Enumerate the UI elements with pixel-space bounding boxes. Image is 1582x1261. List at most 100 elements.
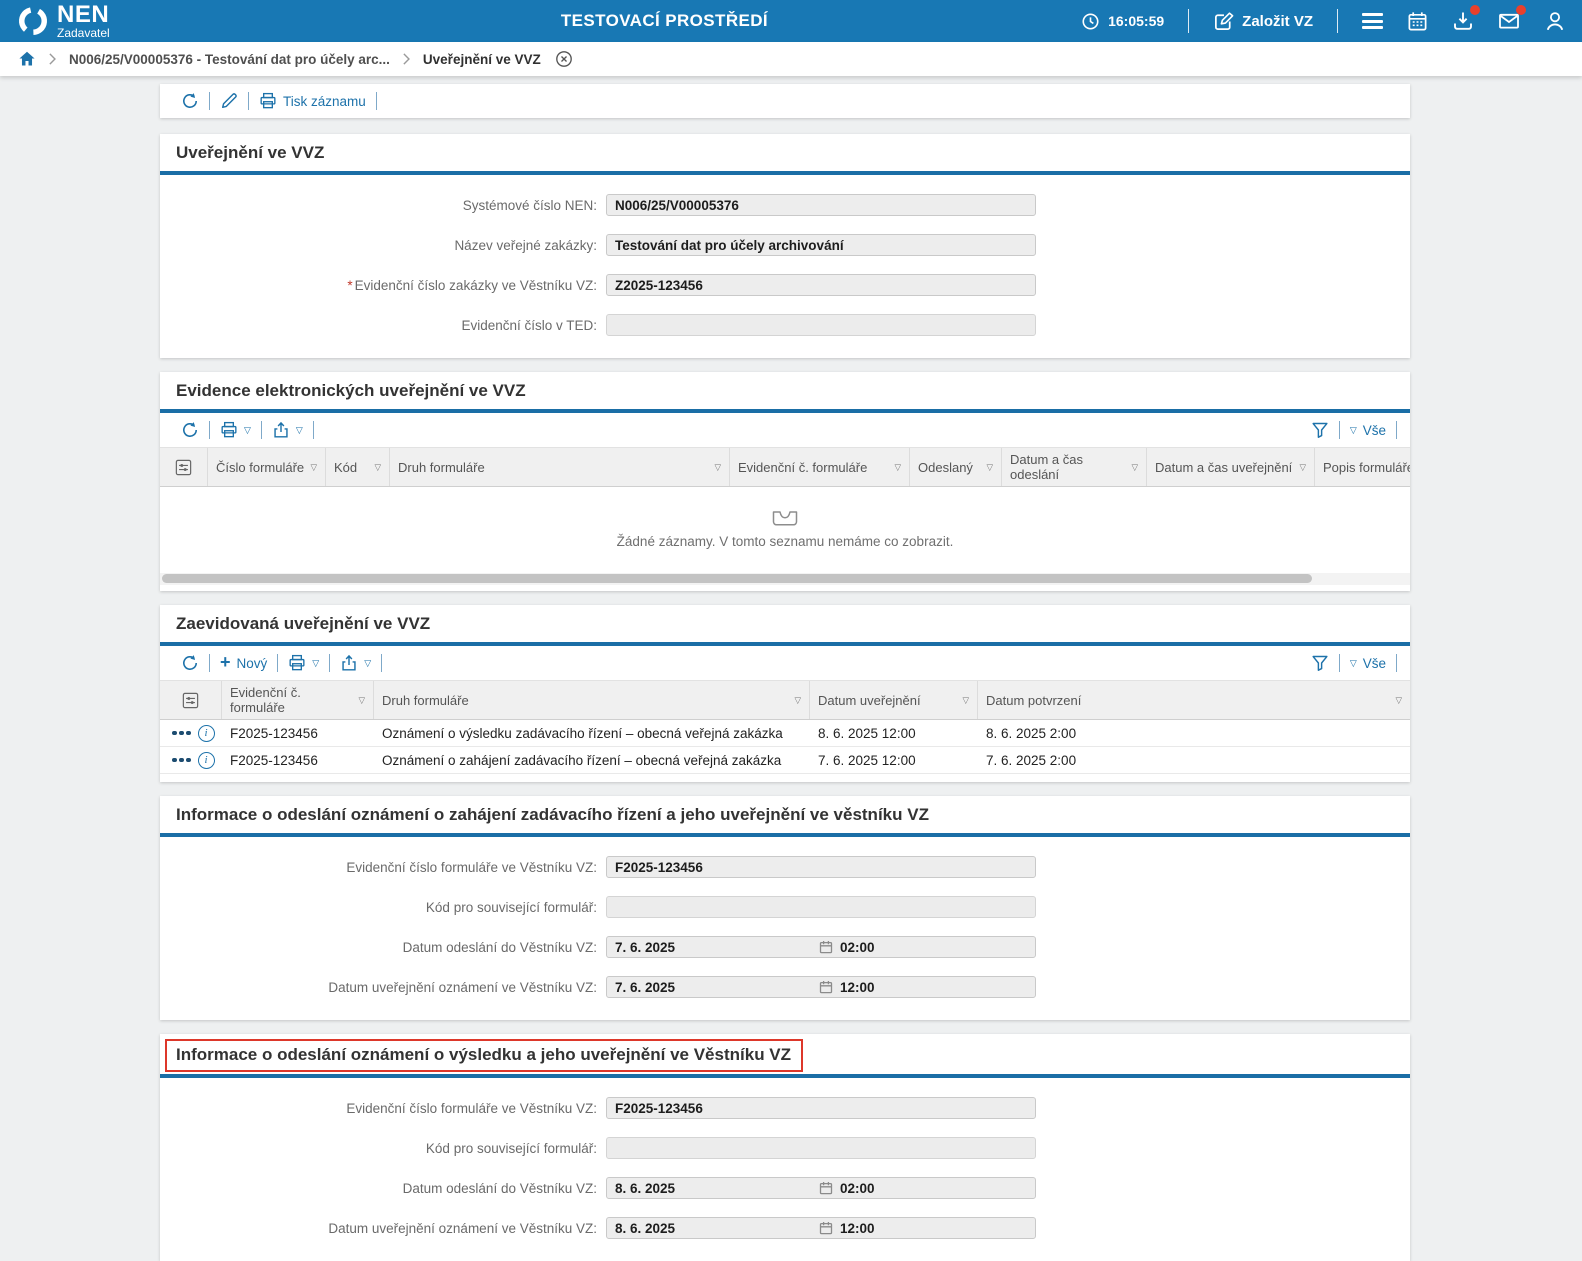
column-header[interactable]: Evidenční č. formuláře ▽ bbox=[222, 681, 374, 719]
column-header[interactable]: Druh formuláře ▽ bbox=[374, 681, 810, 719]
print-list-button[interactable]: ▽ bbox=[211, 421, 260, 439]
evidence-table-header: Číslo formuláře ▽ Kód ▽ Druh formuláře ▽ Ev… bbox=[160, 447, 1410, 487]
downloads-button[interactable] bbox=[1452, 5, 1480, 32]
table-row[interactable]: i F2025-123456 Oznámení o výsledku zadáv… bbox=[160, 720, 1410, 747]
field-value: F2025-123456 bbox=[615, 859, 703, 875]
export-list-button[interactable]: ▽ bbox=[331, 654, 380, 672]
export-list-button[interactable]: ▽ bbox=[263, 421, 312, 439]
column-settings-button[interactable] bbox=[160, 681, 222, 719]
filter-dropdown-icon[interactable]: ▽ bbox=[986, 463, 993, 472]
form-number-field[interactable]: F2025-123456 bbox=[606, 1097, 1036, 1119]
dropdown-icon: ▽ bbox=[244, 424, 251, 435]
filter-dropdown-icon[interactable]: ▽ bbox=[794, 696, 801, 705]
topbar-divider bbox=[1337, 9, 1338, 33]
field-label: Datum odeslání do Věstníku VZ: bbox=[402, 1180, 597, 1196]
empty-list-text: Žádné záznamy. V tomto seznamu nemáme co… bbox=[616, 533, 954, 549]
registered-toolbar: + Nový ▽ ▽ ▽ Vše bbox=[160, 646, 1410, 680]
field-label: Datum uveřejnění oznámení ve Věstníku VZ… bbox=[328, 1220, 597, 1236]
chevron-right-icon bbox=[402, 52, 411, 66]
row-actions-button[interactable] bbox=[172, 757, 191, 763]
breadcrumb-item-procurement[interactable]: N006/25/V00005376 - Testování dat pro úč… bbox=[69, 52, 390, 67]
filter-button[interactable] bbox=[1302, 421, 1338, 439]
filter-dropdown-icon[interactable]: ▽ bbox=[962, 696, 969, 705]
sent-date-field[interactable]: 7. 6. 2025 02:00 bbox=[606, 936, 1036, 958]
record-toolbar: Tisk záznamu bbox=[160, 84, 1410, 118]
field-label: Systémové číslo NEN: bbox=[462, 197, 597, 213]
close-icon bbox=[555, 50, 573, 68]
published-date-field[interactable]: 8. 6. 2025 12:00 bbox=[606, 1217, 1036, 1239]
ted-number-field[interactable] bbox=[606, 314, 1036, 336]
field-label: Název veřejné zakázky: bbox=[454, 237, 597, 253]
row-info-button[interactable]: i bbox=[197, 724, 215, 742]
messages-button[interactable] bbox=[1498, 5, 1526, 32]
column-header[interactable]: Evidenční č. formuláře ▽ bbox=[730, 448, 910, 486]
horizontal-scrollbar-track[interactable] bbox=[160, 573, 1410, 585]
column-header[interactable]: Číslo formuláře ▽ bbox=[208, 448, 326, 486]
section-title: Zaevidovaná uveřejnění ve VVZ bbox=[176, 614, 431, 633]
time-value: 12:00 bbox=[840, 979, 875, 995]
nen-swirl-icon bbox=[18, 6, 48, 36]
published-date-field[interactable]: 7. 6. 2025 12:00 bbox=[606, 976, 1036, 998]
column-header[interactable]: Druh formuláře ▽ bbox=[390, 448, 730, 486]
breadcrumb-current: Uveřejnění ve VVZ bbox=[422, 51, 541, 67]
form-number-field[interactable]: F2025-123456 bbox=[606, 856, 1036, 878]
form-row: Název veřejné zakázky: Testování dat pro… bbox=[160, 234, 1410, 256]
filter-dropdown-icon[interactable]: ▽ bbox=[894, 463, 901, 472]
filter-dropdown-icon[interactable]: ▽ bbox=[358, 696, 365, 705]
column-header[interactable]: Popis formuláře bbox=[1315, 448, 1410, 486]
filter-dropdown-icon[interactable]: ▽ bbox=[1299, 463, 1306, 472]
print-list-button[interactable]: ▽ bbox=[279, 654, 328, 672]
print-record-button[interactable]: Tisk záznamu bbox=[250, 92, 375, 110]
field-label: Kód pro související formulář: bbox=[425, 1140, 597, 1156]
filter-dropdown-icon[interactable]: ▽ bbox=[310, 463, 317, 472]
table-row[interactable]: i F2025-123456 Oznámení o zahájení zadáv… bbox=[160, 747, 1410, 774]
close-tab-button[interactable] bbox=[555, 50, 573, 68]
horizontal-scrollbar-thumb[interactable] bbox=[162, 574, 1312, 583]
menu-button[interactable] bbox=[1362, 13, 1383, 29]
system-number-field[interactable]: N006/25/V00005376 bbox=[606, 194, 1036, 216]
related-form-code-field[interactable] bbox=[606, 896, 1036, 918]
column-header[interactable]: Odeslaný ▽ bbox=[910, 448, 1002, 486]
refresh-button[interactable] bbox=[172, 92, 208, 110]
column-header[interactable]: Datum a čas uveřejnění ▽ bbox=[1147, 448, 1315, 486]
new-record-button[interactable]: + Nový bbox=[211, 653, 276, 671]
filter-button[interactable] bbox=[1302, 654, 1338, 672]
section-publication: Uveřejnění ve VVZ Systémové číslo NEN: N… bbox=[160, 134, 1410, 358]
refresh-button[interactable] bbox=[172, 421, 208, 439]
sent-date-field[interactable]: 8. 6. 2025 02:00 bbox=[606, 1177, 1036, 1199]
dropdown-icon: ▽ bbox=[1349, 424, 1357, 435]
form-row: Kód pro související formulář: bbox=[160, 1137, 1410, 1159]
view-all-button[interactable]: ▽ Vše bbox=[1341, 423, 1395, 438]
nen-logo[interactable]: NEN Zadavatel bbox=[18, 3, 110, 39]
view-all-button[interactable]: ▽ Vše bbox=[1341, 656, 1395, 671]
filter-dropdown-icon[interactable]: ▽ bbox=[714, 463, 721, 472]
filter-dropdown-icon[interactable]: ▽ bbox=[1131, 463, 1138, 472]
filter-dropdown-icon[interactable]: ▽ bbox=[1395, 696, 1402, 705]
row-actions-button[interactable] bbox=[172, 730, 191, 736]
row-info-button[interactable]: i bbox=[197, 751, 215, 769]
downloads-notification-badge bbox=[1470, 5, 1480, 15]
cell-form-number: F2025-123456 bbox=[230, 725, 318, 741]
column-header[interactable]: Datum potvrzení ▽ bbox=[978, 681, 1410, 719]
user-button[interactable] bbox=[1544, 10, 1566, 32]
home-button[interactable] bbox=[18, 50, 36, 68]
new-record-label: Nový bbox=[236, 655, 268, 671]
funnel-icon bbox=[1311, 654, 1329, 672]
calendar-button[interactable] bbox=[1407, 11, 1428, 32]
column-header[interactable]: Kód ▽ bbox=[326, 448, 390, 486]
session-time: 16:05:59 bbox=[1108, 13, 1165, 29]
dropdown-icon: ▽ bbox=[364, 657, 372, 668]
refresh-button[interactable] bbox=[172, 654, 208, 672]
contract-name-field[interactable]: Testování dat pro účely archivování bbox=[606, 234, 1036, 256]
column-header[interactable]: Datum a čas odeslání ▽ bbox=[1002, 448, 1147, 486]
edit-record-button[interactable] bbox=[211, 92, 247, 110]
related-form-code-field[interactable] bbox=[606, 1137, 1036, 1159]
brand-subtitle: Zadavatel bbox=[57, 26, 110, 40]
vvz-number-field[interactable]: Z2025-123456 bbox=[606, 274, 1036, 296]
create-vz-button[interactable]: Založit VZ bbox=[1213, 11, 1313, 32]
printer-icon bbox=[259, 92, 277, 110]
toolbar-divider bbox=[381, 654, 383, 672]
column-settings-button[interactable] bbox=[160, 448, 208, 486]
filter-dropdown-icon[interactable]: ▽ bbox=[374, 463, 381, 472]
column-header[interactable]: Datum uveřejnění ▽ bbox=[810, 681, 978, 719]
